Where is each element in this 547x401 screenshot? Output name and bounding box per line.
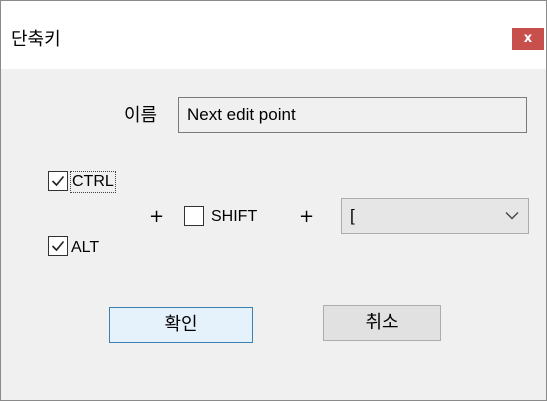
- alt-checkbox[interactable]: [48, 236, 68, 256]
- close-icon: x: [523, 31, 533, 46]
- ctrl-checkbox[interactable]: [48, 171, 68, 191]
- shift-label[interactable]: SHIFT: [211, 207, 257, 227]
- dialog-title: 단축키: [11, 29, 61, 50]
- checkmark-icon: [51, 240, 65, 252]
- shortcut-dialog: 단축키 x 이름 Next edit point CTRL ALT + SHIF…: [0, 0, 547, 401]
- dialog-body: 이름 Next edit point CTRL ALT + SHIFT + [: [1, 69, 546, 400]
- key-select-value: [: [350, 206, 355, 225]
- plus-sign: +: [299, 206, 315, 227]
- shift-checkbox[interactable]: [184, 206, 204, 226]
- ok-button[interactable]: 확인: [109, 307, 253, 343]
- plus-sign: +: [149, 206, 165, 227]
- alt-label[interactable]: ALT: [71, 238, 99, 258]
- cancel-button[interactable]: 취소: [323, 305, 441, 341]
- title-bar[interactable]: 단축키 x: [1, 1, 546, 69]
- ctrl-label[interactable]: CTRL: [70, 171, 116, 193]
- chevron-down-icon: [505, 212, 519, 220]
- name-field[interactable]: Next edit point: [178, 97, 527, 133]
- key-select[interactable]: [: [341, 198, 529, 234]
- name-label: 이름: [124, 105, 158, 126]
- checkmark-icon: [51, 175, 65, 187]
- close-button[interactable]: x: [512, 28, 544, 50]
